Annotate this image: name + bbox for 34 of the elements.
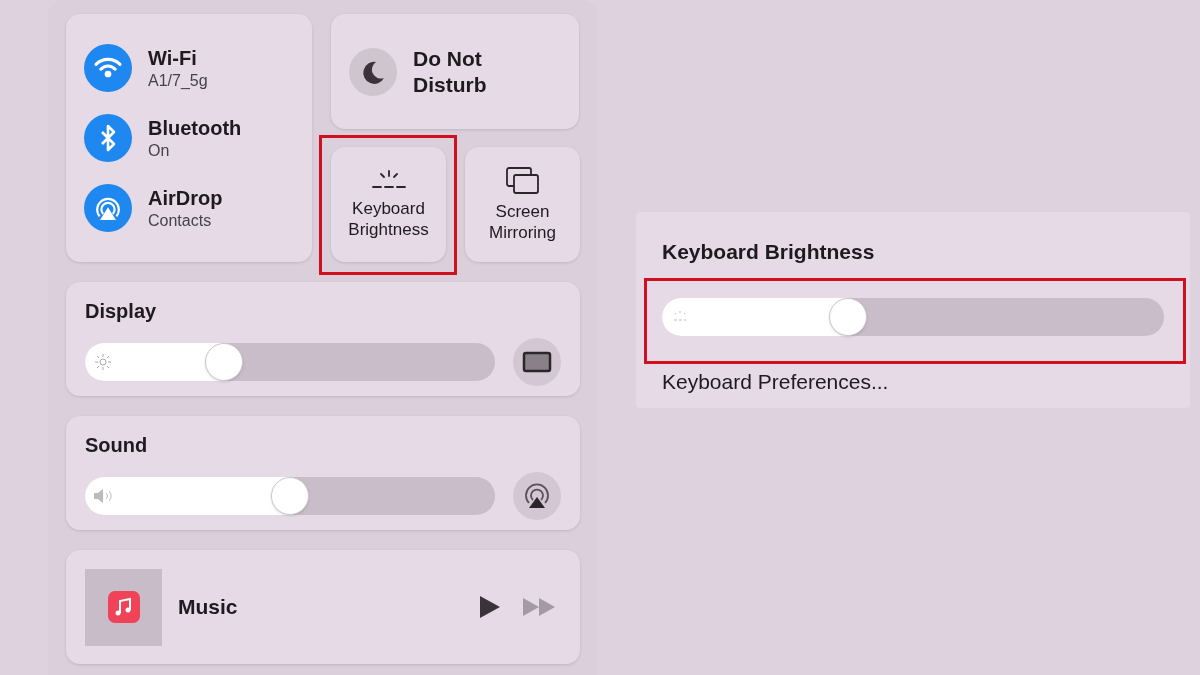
airdrop-icon[interactable] (84, 184, 132, 232)
toggle-name: Wi-Fi (148, 45, 198, 71)
tile-label: Disturb (413, 71, 487, 97)
keyboard-brightness-icon (672, 309, 688, 324)
fast-forward-icon[interactable] (523, 598, 555, 616)
keyboard-brightness-tile[interactable]: Keyboard Brightness (331, 147, 446, 262)
tile-label: Mirroring (488, 222, 557, 243)
airplay-button[interactable] (513, 472, 561, 520)
wifi-icon[interactable] (84, 44, 132, 92)
tile-label: Keyboard (352, 199, 425, 220)
display-settings-button[interactable] (513, 338, 561, 386)
sun-icon (95, 354, 111, 370)
section-title: Sound (85, 433, 149, 458)
play-icon[interactable] (479, 595, 501, 619)
popup-title: Keyboard Brightness (662, 239, 876, 265)
speaker-icon (93, 488, 115, 504)
airplay-icon (522, 481, 552, 511)
screen-mirroring-icon (504, 166, 541, 197)
app-name: Music (178, 594, 239, 621)
keyboard-preferences-link[interactable]: Keyboard Preferences... (662, 365, 1164, 397)
do-not-disturb-tile[interactable]: Do Not Disturb (331, 14, 579, 129)
display-icon (522, 351, 552, 373)
tile-label: Screen (495, 202, 550, 223)
toggle-status: Contacts (148, 210, 213, 231)
toggle-status: On (148, 140, 171, 161)
section-title: Display (85, 299, 158, 324)
bluetooth-icon[interactable] (84, 114, 132, 162)
screen-mirroring-tile[interactable]: Screen Mirroring (465, 147, 580, 262)
toggle-name: AirDrop (148, 185, 223, 211)
tile-label: Brightness (348, 219, 429, 240)
toggle-status: A1/7_5g (148, 70, 208, 91)
toggle-name: Bluetooth (148, 115, 242, 141)
tile-label: Do Not (413, 46, 483, 72)
music-app-icon (107, 591, 140, 623)
